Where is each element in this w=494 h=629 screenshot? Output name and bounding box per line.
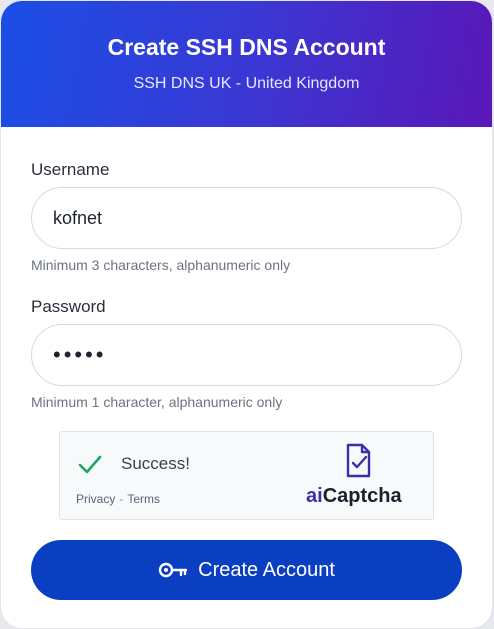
signup-card: Create SSH DNS Account SSH DNS UK - Unit… xyxy=(0,0,493,629)
captcha-document-icon xyxy=(346,443,371,478)
username-label: Username xyxy=(31,160,110,179)
link-separator: - xyxy=(119,492,124,506)
captcha-brand-prefix: ai xyxy=(306,485,323,507)
captcha-widget[interactable]: Success! Privacy - Terms aiCaptcha xyxy=(59,431,434,520)
privacy-link[interactable]: Privacy xyxy=(76,492,115,506)
password-hint: Minimum 1 character, alphanumeric only xyxy=(31,394,283,410)
password-value: ••••• xyxy=(53,342,107,367)
password-label: Password xyxy=(31,297,106,316)
username-hint: Minimum 3 characters, alphanumeric only xyxy=(31,257,291,273)
captcha-brand-suffix: Captcha xyxy=(322,485,402,507)
check-icon xyxy=(78,455,102,474)
captcha-brand: aiCaptcha xyxy=(306,485,402,508)
captcha-links: Privacy - Terms xyxy=(76,492,160,506)
card-header: Create SSH DNS Account SSH DNS UK - Unit… xyxy=(1,1,492,127)
create-account-button[interactable]: Create Account xyxy=(31,540,462,600)
username-input[interactable]: kofnet xyxy=(31,187,462,249)
key-icon xyxy=(158,562,188,578)
terms-link[interactable]: Terms xyxy=(127,492,160,506)
page-subtitle: SSH DNS UK - United Kingdom xyxy=(133,75,360,92)
create-account-label: Create Account xyxy=(198,558,335,581)
password-input[interactable]: ••••• xyxy=(31,324,462,386)
username-value: kofnet xyxy=(53,207,103,228)
page-title: Create SSH DNS Account xyxy=(107,34,386,60)
captcha-status: Success! xyxy=(121,454,190,473)
